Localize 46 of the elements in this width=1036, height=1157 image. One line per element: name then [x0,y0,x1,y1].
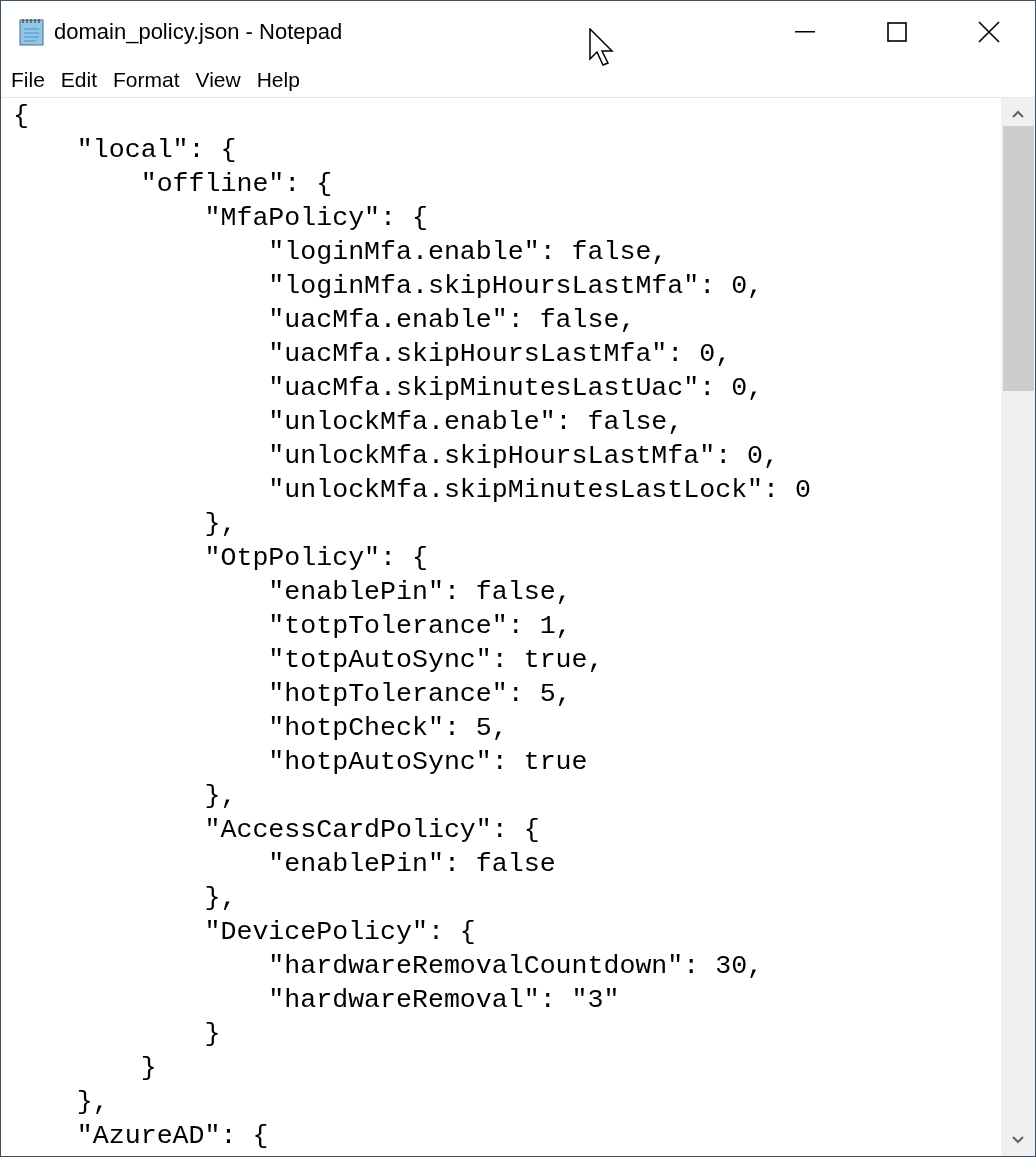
scroll-up-icon[interactable] [1012,110,1024,118]
code-line: }, [75,1086,109,1119]
code-line: "hardwareRemoval": "3" [267,984,620,1017]
scrollbar-thumb[interactable] [1002,126,1034,391]
scroll-down-icon[interactable] [1012,1136,1024,1144]
menu-item[interactable]: Edit [52,69,106,90]
code-line: "loginMfa.skipHoursLastMfa": 0, [267,270,764,303]
window-title: domain_policy.json - Notepad [54,18,343,46]
code-line: "local": { [75,134,237,167]
code-line: "AzureAD": { [75,1120,269,1153]
code-line: "totpTolerance": 1, [267,610,572,643]
mouse-pointer-icon [589,28,615,68]
code-line: { [13,100,29,133]
code-line: "AccessCardPolicy": { [203,814,540,847]
code-line: "enablePin": false, [267,576,572,609]
code-line: "uacMfa.skipHoursLastMfa": 0, [267,338,732,371]
menu-item[interactable]: View [187,69,249,90]
code-line: "hotpAutoSync": true [267,746,588,779]
code-line: "loginMfa.enable": false, [267,236,668,269]
minimize-icon [795,30,815,33]
code-line: }, [203,882,237,915]
code-line: "unlockMfa.skipHoursLastMfa": 0, [267,440,780,473]
code-line: "uacMfa.enable": false, [267,304,636,337]
code-line: } [203,1018,221,1051]
code-line: "MfaPolicy": { [203,202,428,235]
menu-item[interactable]: File [3,69,53,90]
code-line: "hotpCheck": 5, [267,712,508,745]
vertical-scrollbar[interactable] [1001,98,1035,1156]
menu-item[interactable]: Help [248,69,308,90]
code-line: "DevicePolicy": { [203,916,476,949]
code-line: "enablePin": false [267,848,556,881]
code-line: "unlockMfa.skipMinutesLastLock": 0 [267,474,811,507]
close-icon [978,20,1000,43]
code-line: "totpAutoSync": true, [267,644,604,677]
code-line: }, [203,508,237,541]
code-line: }, [203,780,237,813]
code-line: "uacMfa.skipMinutesLastUac": 0, [267,372,764,405]
code-line: "unlockMfa.enable": false, [267,406,684,439]
code-line: "hotpTolerance": 5, [267,678,572,711]
menu-item[interactable]: Format [105,69,188,90]
notepad-icon [17,16,47,47]
code-line: "OtpPolicy": { [203,542,428,575]
maximize-icon [887,21,907,42]
code-line: "hardwareRemovalCountdown": 30, [267,950,764,983]
code-line: "offline": { [139,168,333,201]
code-line: } [139,1052,157,1085]
